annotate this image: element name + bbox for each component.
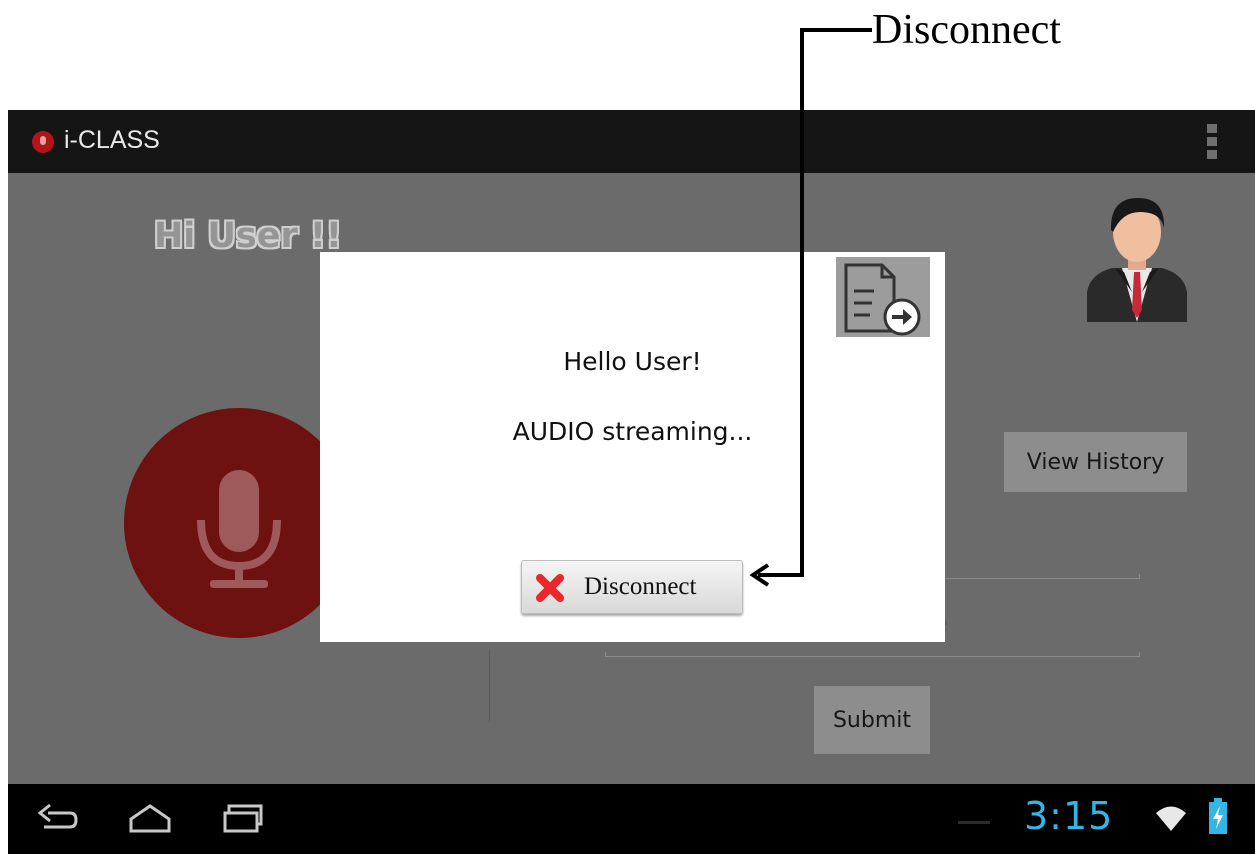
dialog-status: AUDIO streaming...: [512, 417, 753, 446]
tablet-screen: i-CLASS Hi User !! View History re Submi…: [8, 110, 1255, 854]
vertical-divider: [489, 650, 490, 722]
disconnect-button[interactable]: Disconnect: [521, 560, 743, 614]
disconnect-label: Disconnect: [584, 573, 697, 600]
submit-button[interactable]: Submit: [814, 686, 930, 754]
dialog-greeting: Hello User!: [563, 347, 702, 376]
action-bar: i-CLASS: [8, 110, 1255, 173]
recent-apps-icon[interactable]: [221, 801, 267, 837]
view-history-button[interactable]: View History: [1004, 432, 1187, 492]
wifi-icon: [1156, 806, 1186, 831]
overflow-menu-icon[interactable]: [1207, 124, 1217, 160]
input-field-2[interactable]: [605, 652, 1140, 657]
back-icon[interactable]: [34, 801, 78, 837]
status-clock: 3:15: [1024, 794, 1114, 838]
callout-label: Disconnect: [872, 7, 1061, 53]
close-x-icon: [536, 574, 564, 602]
app-title: i-CLASS: [64, 126, 160, 154]
streaming-dialog: Hello User! AUDIO streaming... Disconnec…: [320, 252, 945, 642]
document-send-icon[interactable]: [836, 257, 930, 337]
system-nav-bar: 3:15: [8, 784, 1255, 854]
user-avatar-icon: [1087, 198, 1187, 322]
home-icon[interactable]: [126, 801, 174, 837]
greeting-text: Hi User !!: [154, 216, 342, 256]
mic-icon: [32, 131, 54, 153]
battery-icon: [1209, 798, 1227, 834]
notification-dash: [958, 821, 990, 824]
